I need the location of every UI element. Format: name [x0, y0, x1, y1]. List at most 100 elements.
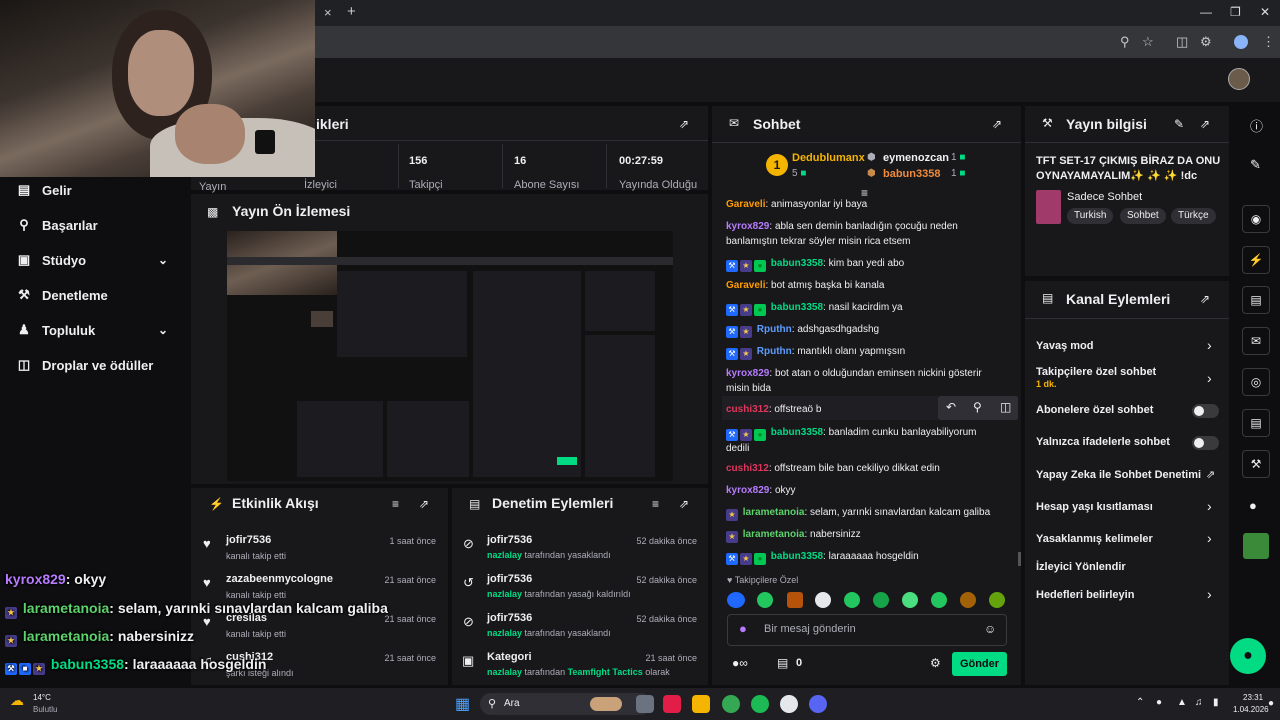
- chat-scrollbar[interactable]: [1018, 552, 1021, 566]
- spotify-icon[interactable]: [751, 695, 769, 713]
- category-boxart[interactable]: [1036, 190, 1061, 224]
- microphone-icon[interactable]: ●: [739, 621, 747, 636]
- popout-icon[interactable]: ⇗: [679, 117, 689, 131]
- chat-message[interactable]: ★ larametanoia: nabersinizz: [726, 527, 994, 543]
- edit-pencil-icon[interactable]: ✎: [1250, 157, 1261, 173]
- pin-icon[interactable]: ⚲: [973, 400, 982, 414]
- action-slow-mode[interactable]: Yavaş mod: [1036, 340, 1093, 352]
- notification-bell-icon[interactable]: ●: [1268, 698, 1274, 709]
- emote-only-toggle[interactable]: [1192, 436, 1219, 450]
- store-icon[interactable]: ▤: [777, 656, 788, 670]
- nav-droplar[interactable]: ◫ Droplar ve ödüller: [16, 354, 153, 376]
- menu-kebab-icon[interactable]: ⋮: [1262, 34, 1275, 50]
- clock-date[interactable]: 1.04.2026: [1233, 705, 1269, 714]
- file-explorer-icon[interactable]: [692, 695, 710, 713]
- app-icon[interactable]: [663, 695, 681, 713]
- windows-start-icon[interactable]: ▦: [455, 694, 470, 714]
- chat-message[interactable]: ⚒ ★ Rputhn: adshgasdhgadshg: [726, 322, 994, 338]
- chat-message[interactable]: Garaveli: animasyonlar iyi baya: [726, 197, 994, 212]
- chat-username[interactable]: cushi312: [726, 404, 769, 415]
- rail-actions-button[interactable]: ▤: [1242, 409, 1270, 437]
- chat-message[interactable]: ⚒ ★ ● babun3358: nasil kacirdim ya: [726, 300, 994, 316]
- emote-icon[interactable]: [960, 592, 976, 608]
- action-ai-moderation[interactable]: Yapay Zeka ile Sohbet Denetimi: [1036, 469, 1201, 481]
- popout-icon[interactable]: ⇗: [679, 497, 689, 511]
- emote-icon[interactable]: [931, 592, 947, 608]
- chat-username[interactable]: babun3358: [771, 302, 823, 313]
- chevron-right-icon[interactable]: ›: [1207, 530, 1212, 546]
- edit-pencil-icon[interactable]: ✎: [1174, 117, 1184, 131]
- popout-icon[interactable]: ⇗: [1200, 117, 1210, 131]
- action-emote-only[interactable]: Yalnızca ifadelerle sohbet: [1036, 436, 1170, 448]
- chat-username[interactable]: cushi312: [726, 463, 769, 474]
- close-window-icon[interactable]: ✕: [1260, 5, 1270, 19]
- emote-icon[interactable]: [844, 592, 860, 608]
- chat-message[interactable]: ★ larametanoia: selam, yarınki sınavlard…: [726, 505, 994, 521]
- weather-icon[interactable]: ☁: [10, 692, 24, 709]
- leader-second-name[interactable]: eymenozcan: [883, 152, 949, 164]
- tab-close-icon[interactable]: ×: [324, 5, 332, 20]
- mod-actor[interactable]: nazlalay: [487, 667, 522, 677]
- chat-username[interactable]: babun3358: [771, 258, 823, 269]
- rail-broadcast-button[interactable]: ◎: [1242, 368, 1270, 396]
- weather-temp[interactable]: 14°C: [33, 693, 51, 702]
- cast-icon[interactable]: ◫: [1176, 34, 1188, 50]
- leader-third-name[interactable]: babun3358: [883, 168, 940, 180]
- popout-icon[interactable]: ⇗: [1200, 292, 1210, 306]
- chat-message[interactable]: ⚒ ★ Rputhn: mantıklı olanı yapmışsın: [726, 344, 994, 360]
- chat-message[interactable]: kyrox829: bot atan o olduğundan eminsen …: [726, 366, 994, 396]
- action-followers-only[interactable]: Takipçilere özel sohbet: [1036, 366, 1156, 378]
- volume-icon[interactable]: ♫: [1195, 697, 1203, 708]
- mod-actor[interactable]: nazlalay: [487, 628, 522, 638]
- chat-username[interactable]: Garaveli: [726, 199, 765, 210]
- chat-message[interactable]: Garaveli: bot atmış başka bi kanala: [726, 278, 994, 293]
- hype-icon[interactable]: ●∞: [732, 656, 748, 670]
- nav-basarilar[interactable]: ⚲ Başarılar: [16, 214, 97, 236]
- chat-username[interactable]: Garaveli: [726, 280, 765, 291]
- emote-icon[interactable]: [989, 592, 1005, 608]
- app-icon[interactable]: [780, 695, 798, 713]
- settings-gear-icon[interactable]: ⚙: [930, 656, 941, 670]
- filter-icon[interactable]: ≡: [392, 497, 399, 511]
- extension-icon[interactable]: [1243, 533, 1269, 559]
- chat-username[interactable]: babun3358: [771, 427, 823, 438]
- task-view-icon[interactable]: [636, 695, 654, 713]
- feed-user[interactable]: zazabeenmycologne: [226, 573, 333, 585]
- chat-message[interactable]: kyrox829: okyy: [726, 483, 994, 498]
- action-banned-words[interactable]: Yasaklanmış kelimeler: [1036, 533, 1153, 545]
- emote-icon[interactable]: [902, 592, 918, 608]
- zoom-icon[interactable]: ⚲: [1120, 34, 1130, 50]
- maximize-icon[interactable]: ❐: [1230, 5, 1241, 19]
- chevron-right-icon[interactable]: ›: [1207, 586, 1212, 602]
- extensions-icon[interactable]: ⚙: [1200, 34, 1212, 50]
- mod-target[interactable]: Kategori: [487, 651, 532, 663]
- clock-time[interactable]: 23:31: [1243, 693, 1263, 702]
- nav-studyo[interactable]: ▣ Stüdyo ⌄: [16, 249, 168, 271]
- emote-icon[interactable]: [757, 592, 773, 608]
- tag-pill[interactable]: Sohbet: [1120, 208, 1166, 224]
- tag-pill[interactable]: Turkish: [1067, 208, 1114, 224]
- emote-icon[interactable]: [815, 592, 831, 608]
- chat-username[interactable]: kyrox829: [726, 368, 769, 379]
- chat-username[interactable]: Rputhn: [757, 346, 792, 357]
- chat-username[interactable]: kyrox829: [726, 485, 769, 496]
- emote-icon[interactable]: [787, 592, 803, 608]
- external-link-icon[interactable]: ⇗: [1206, 468, 1215, 481]
- profile-icon[interactable]: [1234, 35, 1248, 49]
- battery-icon[interactable]: ▮: [1213, 697, 1219, 708]
- rail-bolt-button[interactable]: ⚡: [1242, 246, 1270, 274]
- chat-message[interactable]: kyrox829: abla sen demin banladığın çocu…: [726, 219, 994, 249]
- rail-wrench-button[interactable]: ⚒: [1242, 450, 1270, 478]
- chat-message[interactable]: ⚒ ★ ● babun3358: kim ban yedi abo: [726, 256, 994, 272]
- minimize-icon[interactable]: —: [1200, 5, 1212, 19]
- mod-category[interactable]: Teamfight Tactics: [568, 667, 643, 677]
- hype-icon[interactable]: ●: [1249, 498, 1257, 513]
- tray-chevron-icon[interactable]: ⌃: [1136, 697, 1144, 708]
- popout-icon[interactable]: ⇗: [992, 117, 1002, 131]
- delete-icon[interactable]: ◫: [1000, 400, 1011, 414]
- filter-icon[interactable]: ≡: [652, 497, 659, 511]
- timeout-icon[interactable]: ↶: [946, 400, 956, 414]
- discord-icon[interactable]: [809, 695, 827, 713]
- popout-icon[interactable]: ⇗: [419, 497, 429, 511]
- chat-username[interactable]: larametanoia: [743, 507, 805, 518]
